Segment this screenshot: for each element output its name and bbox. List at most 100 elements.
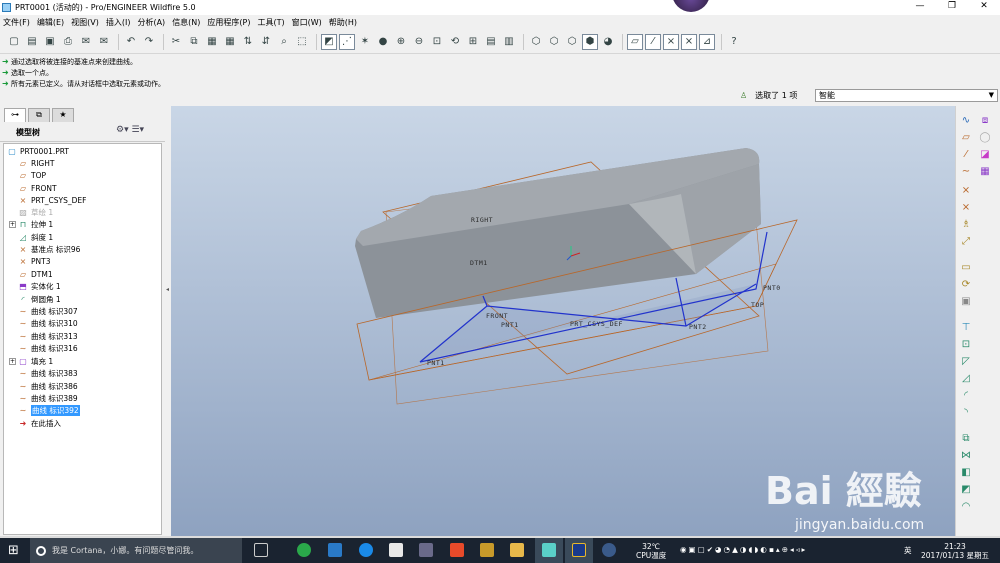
tree-item[interactable]: × 基准点 标识96 — [18, 243, 81, 255]
print-icon[interactable]: ⎙ — [60, 34, 76, 50]
expand-icon[interactable]: + — [9, 357, 16, 365]
menu-applications[interactable]: 应用程序(P) — [207, 17, 250, 28]
kugou-icon[interactable] — [359, 543, 373, 557]
reorient-icon[interactable]: ⟲ — [447, 34, 463, 50]
hidden-line-icon[interactable]: ⬡ — [546, 34, 562, 50]
menu-info[interactable]: 信息(N) — [172, 17, 200, 28]
selection-filter-select[interactable]: 智能 ▼ — [815, 89, 998, 102]
datum-axes-toggle-icon[interactable]: ⁄ — [645, 33, 661, 50]
tree-item[interactable]: ∼ 曲线 标识307 — [18, 305, 78, 317]
trim-tool-icon[interactable]: ◩ — [959, 483, 973, 497]
datum-tool-icon[interactable]: ⤢ — [959, 235, 973, 249]
tree-item[interactable]: + ⊓ 拉伸 1 — [9, 218, 53, 230]
cortana-search-box[interactable]: 我是 Cortana，小娜。有问题尽管问我。 — [30, 538, 242, 563]
paste-icon[interactable]: ▦ — [204, 34, 220, 50]
regenerate-icon[interactable]: ⇅ — [240, 34, 256, 50]
tree-item[interactable]: ▨ 草绘 1 — [18, 206, 53, 218]
tree-item[interactable]: ▱ TOP — [18, 169, 46, 181]
merge-tool-icon[interactable]: ◧ — [959, 466, 973, 480]
hole-tool-icon[interactable]: ⊤ — [959, 321, 973, 335]
close-button[interactable]: ✕ — [968, 0, 1000, 15]
tree-item[interactable]: ∼ 曲线 标识386 — [18, 380, 78, 392]
send-mail-icon[interactable]: ✉ — [78, 34, 94, 50]
tab-folder-browser[interactable]: ⧉ — [28, 108, 50, 122]
shaded-mode-icon[interactable]: ⬢ — [582, 33, 598, 50]
app-icon-10[interactable] — [572, 543, 586, 557]
tree-item[interactable]: ➜ 在此插入 — [18, 417, 61, 429]
menu-tools[interactable]: 工具(T) — [258, 17, 285, 28]
baidu-netdisk-icon[interactable] — [328, 543, 342, 557]
datum-points-toggle-icon[interactable]: × — [663, 33, 679, 50]
system-tray-icons[interactable]: ◉▣▢✔◕◔▲◑◖◗◐▪▴⊕◂◃▸ — [680, 545, 807, 554]
undo-icon[interactable]: ↶ — [123, 34, 139, 50]
clock[interactable]: 21:23 2017/01/13 星期五 — [920, 542, 990, 560]
mirror-tool-icon[interactable]: ⧈ — [978, 114, 992, 128]
datum-display-icon[interactable]: ◩ — [321, 33, 337, 50]
enhanced-realism-icon[interactable]: ◕ — [600, 34, 616, 50]
find-icon[interactable]: ⌕ — [276, 34, 292, 50]
tree-item[interactable]: × PNT3 — [18, 255, 51, 267]
task-view-icon[interactable] — [254, 543, 268, 557]
save-icon[interactable]: ▣ — [42, 34, 58, 50]
ime-indicator[interactable]: 英 — [904, 546, 912, 555]
tree-item-selected[interactable]: ∼ 曲线 标识392 — [18, 404, 80, 416]
app-icon-6[interactable] — [450, 543, 464, 557]
intersect-tool-icon[interactable]: ⋈ — [959, 449, 973, 463]
saved-views-icon[interactable]: ⊞ — [465, 34, 481, 50]
menu-view[interactable]: 视图(V) — [71, 17, 99, 28]
tree-item[interactable]: ▢ PRT0001.PRT — [7, 145, 69, 157]
new-file-icon[interactable]: ▢ — [6, 34, 22, 50]
app-icon-5[interactable] — [419, 543, 433, 557]
regenerate-manager-icon[interactable]: ⇵ — [258, 34, 274, 50]
shell-tool-icon[interactable]: ◯ — [978, 131, 992, 145]
open-file-icon[interactable]: ▤ — [24, 34, 40, 50]
tree-item[interactable]: + ▢ 填充 1 — [9, 355, 53, 367]
draft-tool-icon[interactable]: ◿ — [959, 372, 973, 386]
redo-icon[interactable]: ↷ — [141, 34, 157, 50]
tree-item[interactable]: ⨯ PRT_CSYS_DEF — [18, 194, 87, 206]
context-help-icon[interactable]: ? — [726, 34, 742, 50]
menu-file[interactable]: 文件(F) — [3, 17, 30, 28]
datum-planes-toggle-icon[interactable]: ▱ — [627, 33, 643, 50]
menu-insert[interactable]: 插入(I) — [106, 17, 131, 28]
analysis-tool-icon[interactable]: ♗ — [959, 218, 973, 232]
spin-center-icon[interactable]: ✶ — [357, 34, 373, 50]
menu-help[interactable]: 帮助(H) — [329, 17, 357, 28]
tree-item[interactable]: ◜ 倒圆角 1 — [18, 293, 60, 305]
csys-tool-icon[interactable]: ⨯ — [959, 201, 973, 215]
tree-item[interactable]: ◿ 斜度 1 — [18, 231, 53, 243]
tree-item[interactable]: ▱ RIGHT — [18, 157, 55, 169]
datum-point-tool-icon[interactable]: ⨯ — [959, 184, 973, 198]
file-explorer-icon[interactable] — [510, 543, 524, 557]
tree-item[interactable]: ∼ 曲线 标识383 — [18, 367, 78, 379]
wireframe-icon[interactable]: ⬡ — [528, 34, 544, 50]
rib-tool-icon[interactable]: ◸ — [959, 355, 973, 369]
revolve-tool-icon[interactable]: ⟳ — [959, 278, 973, 292]
menu-edit[interactable]: 编辑(E) — [37, 17, 64, 28]
tab-favorites[interactable]: ★ — [52, 108, 74, 122]
select-box-icon[interactable]: ⬚ — [294, 34, 310, 50]
layers-icon[interactable]: ▤ — [483, 34, 499, 50]
chamfer-tool-icon[interactable]: ◝ — [959, 406, 973, 420]
round-tool-icon[interactable]: ◜ — [959, 389, 973, 403]
maximize-button[interactable]: ❐ — [936, 0, 968, 15]
grid-tool-icon[interactable]: ▦ — [978, 165, 992, 179]
tree-settings-icon[interactable]: ⚙▾ ☰▾ — [116, 125, 144, 135]
app-icon-11[interactable] — [602, 543, 616, 557]
notepad-icon[interactable] — [389, 543, 403, 557]
tree-item[interactable]: ▱ FRONT — [18, 182, 57, 194]
cpu-temp-widget[interactable]: 32℃ CPU温度 — [636, 542, 666, 560]
paste-special-icon[interactable]: ▦ — [222, 34, 238, 50]
expand-icon[interactable]: + — [9, 220, 16, 228]
sketch-tool-icon[interactable]: ∿ — [959, 114, 973, 128]
zoom-in-icon[interactable]: ⊕ — [393, 34, 409, 50]
shell-feature-icon[interactable]: ⊡ — [959, 338, 973, 352]
pattern-tool-icon[interactable]: ◪ — [978, 148, 992, 162]
tree-item[interactable]: ⬒ 实体化 1 — [18, 280, 60, 292]
csys-toggle-icon[interactable]: ⨯ — [681, 33, 697, 50]
windows-start-icon[interactable]: ⊞ — [8, 543, 19, 558]
minimize-button[interactable]: — — [904, 0, 936, 15]
tree-item[interactable]: ▱ DTM1 — [18, 268, 53, 280]
variable-sweep-icon[interactable]: ▣ — [959, 295, 973, 309]
tab-model-tree[interactable]: ⊶ — [4, 108, 26, 122]
